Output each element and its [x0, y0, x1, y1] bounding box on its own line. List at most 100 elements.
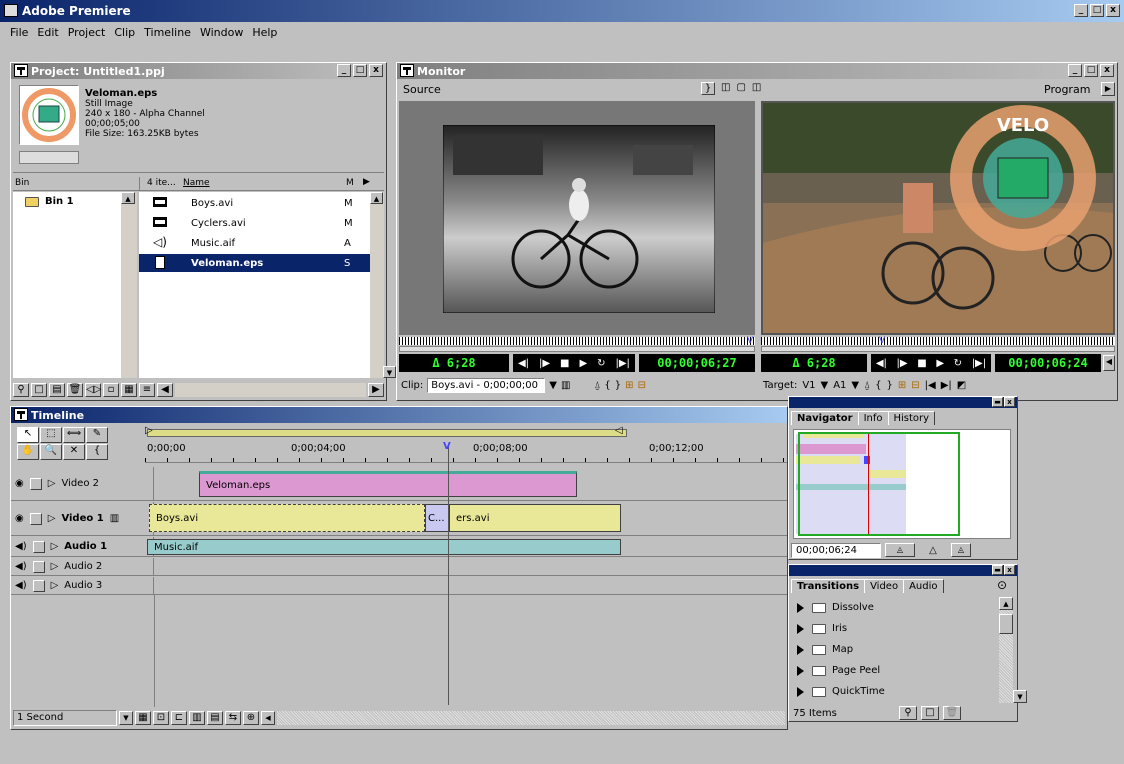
step-back-icon[interactable]: ◀|	[518, 358, 529, 369]
tab-video[interactable]: Video	[864, 579, 905, 593]
stop-icon[interactable]: ■	[917, 358, 926, 369]
close-icon[interactable]: x	[1004, 397, 1015, 407]
set-in-icon[interactable]: {	[875, 380, 881, 391]
expand-icon[interactable]	[797, 644, 804, 655]
close-icon[interactable]: x	[369, 64, 383, 77]
maximize-icon[interactable]: □	[353, 64, 367, 77]
minimize-icon[interactable]: _	[337, 64, 351, 77]
stop-icon[interactable]: ■	[560, 358, 569, 369]
clip-transition[interactable]: C...	[425, 504, 449, 532]
maximize-icon[interactable]: □	[1084, 64, 1098, 77]
expand-icon[interactable]: ▷	[51, 561, 59, 572]
expand-icon[interactable]	[797, 602, 804, 613]
clip-veloman[interactable]: Veloman.eps	[199, 471, 577, 497]
new-item-icon[interactable]: ▤	[49, 382, 65, 397]
edit-line-marker-icon[interactable]: V	[443, 441, 451, 452]
list-item[interactable]: Cyclers.avi M	[139, 214, 370, 232]
marker-icon[interactable]: ◩	[957, 380, 966, 391]
work-area-end-icon[interactable]: ◁	[615, 425, 623, 436]
toggle-track-icon[interactable]: ⊕	[243, 711, 259, 725]
next-edit-icon[interactable]: ▶|	[941, 380, 952, 391]
tab-transitions[interactable]: Transitions	[791, 579, 866, 593]
mark-in-icon[interactable]: ⍙	[864, 380, 870, 391]
time-ruler[interactable]: 0;00;00 0;00;04;00 0;00;08;00 0;00;12;00	[145, 441, 787, 463]
list-item[interactable]: Iris	[793, 618, 997, 639]
lock-icon[interactable]	[32, 579, 45, 592]
toggle-snap-icon[interactable]: ▥	[189, 711, 205, 725]
scroll-right-icon[interactable]: ▶	[368, 382, 384, 397]
program-scrubber[interactable]	[761, 337, 1115, 345]
speaker-icon[interactable]: ◀)	[15, 541, 27, 552]
toggle-ripple-icon[interactable]: ⇆	[225, 711, 241, 725]
list-item[interactable]: Dissolve	[793, 597, 997, 618]
trash-icon[interactable]: 🗑	[67, 382, 83, 397]
list-view-icon[interactable]: ≡	[139, 382, 155, 397]
expand-icon[interactable]	[797, 686, 804, 697]
m-column-header[interactable]: M	[346, 178, 354, 188]
speaker-icon[interactable]: ◀)	[15, 580, 27, 591]
time-zoom-select[interactable]: 1 Second	[13, 710, 117, 726]
palette-menu-icon[interactable]: ⊙	[997, 578, 1007, 592]
trim-view-icon[interactable]: ◫	[752, 82, 761, 95]
bin-scrollbar[interactable]: ▲	[121, 192, 137, 378]
insert-icon[interactable]: ⊞	[625, 380, 633, 391]
clip-boys[interactable]: Boys.avi	[149, 504, 425, 532]
target-audio-dropdown-icon[interactable]: ▼	[851, 380, 859, 391]
tab-navigator[interactable]: Navigator	[791, 411, 859, 425]
toggle-edge-icon[interactable]: ▤	[207, 711, 223, 725]
menu-edit[interactable]: Edit	[37, 26, 58, 39]
list-item[interactable]: Boys.avi M	[139, 194, 370, 212]
eye-icon[interactable]: ◉	[15, 513, 24, 524]
scroll-up-icon[interactable]: ▲	[121, 192, 135, 204]
bin-column-header[interactable]: Bin	[15, 178, 29, 188]
minimize-icon[interactable]: ▬	[992, 397, 1003, 407]
scroll-left-icon[interactable]: ◀	[261, 711, 275, 725]
scroll-left-icon[interactable]: ◀	[157, 382, 173, 397]
hand-tool-icon[interactable]: ✋	[17, 444, 39, 460]
close-icon[interactable]: x	[1004, 565, 1015, 575]
play-icon[interactable]: ▶	[579, 358, 587, 369]
step-back-icon[interactable]: ◀|	[876, 358, 887, 369]
loop-icon[interactable]: ↻	[954, 358, 962, 369]
step-forward-icon[interactable]: |▶	[897, 358, 908, 369]
menu-window[interactable]: Window	[200, 26, 243, 39]
zoom-in-icon[interactable]: ◬	[951, 543, 971, 557]
set-in-icon[interactable]: {	[604, 380, 610, 391]
toggle-sync-icon[interactable]: ⊏	[171, 711, 187, 725]
timeline-horizontal-scrollbar[interactable]	[277, 711, 785, 725]
tab-info[interactable]: Info	[857, 411, 889, 425]
speaker-icon[interactable]: ◀)	[15, 561, 27, 572]
clip-dropdown-icon[interactable]: ▼	[549, 380, 557, 391]
expand-icon[interactable]	[797, 623, 804, 634]
menu-timeline[interactable]: Timeline	[144, 26, 191, 39]
find-icon[interactable]: ⚲	[13, 382, 29, 397]
target-video-dropdown-icon[interactable]: ▼	[821, 380, 829, 391]
column-scroll-right-icon[interactable]: ▶	[363, 177, 370, 187]
transitions-scrollbar[interactable]: ▲ ▼	[999, 597, 1027, 703]
zoom-slider-icon[interactable]: △	[919, 545, 947, 556]
navigator-view-frame[interactable]	[798, 432, 960, 536]
expand-icon[interactable]: ▷	[51, 580, 59, 591]
navigator-preview[interactable]	[793, 429, 1011, 539]
menu-help[interactable]: Help	[252, 26, 277, 39]
work-area-bar[interactable]	[147, 429, 627, 437]
set-out-icon[interactable]: }	[887, 380, 893, 391]
range-select-icon[interactable]: ⬚	[40, 427, 62, 443]
maximize-icon[interactable]: □	[1090, 4, 1104, 17]
track-options-icon[interactable]: ▦	[135, 711, 151, 725]
film-icon[interactable]: ▥	[561, 380, 570, 391]
icon-view-icon[interactable]: ▫	[103, 382, 119, 397]
step-forward-icon[interactable]: |▶	[539, 358, 550, 369]
mark-icon[interactable]: }	[701, 82, 715, 95]
toggle-shift-icon[interactable]: ⊡	[153, 711, 169, 725]
display-style-icon[interactable]: ▥	[110, 513, 119, 524]
eye-icon[interactable]: ◉	[15, 478, 24, 489]
mark-in-icon[interactable]: ⍙	[594, 380, 600, 391]
list-item[interactable]: Page Peel	[793, 660, 997, 681]
clip-cyclers[interactable]: ers.avi	[449, 504, 621, 532]
new-folder-icon[interactable]: □	[921, 706, 939, 720]
thumbnail-view-icon[interactable]: ▦	[121, 382, 137, 397]
tab-audio[interactable]: Audio	[903, 579, 944, 593]
scroll-down-icon[interactable]: ▼	[1013, 690, 1027, 703]
expand-icon[interactable]: ▷	[51, 541, 59, 552]
